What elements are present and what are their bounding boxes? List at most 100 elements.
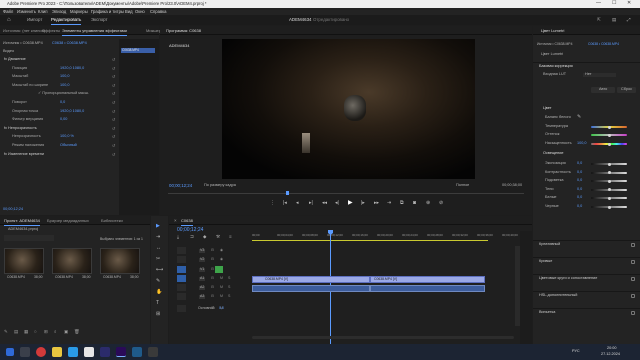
track-label[interactable]: V3 [199,248,206,253]
eyedropper-icon[interactable]: ✎ [577,115,581,120]
effect-row-label[interactable]: fx Движение [4,57,26,62]
effect-row-label[interactable]: Масштаб по ширине [12,83,48,88]
effect-row-label[interactable]: fx Непрозрачность [4,126,37,131]
app-icon[interactable] [148,347,158,357]
project-item-thumbnail[interactable] [52,248,92,274]
track-label[interactable]: A2 [199,285,206,290]
section-toggle-checkbox[interactable] [631,259,635,264]
slider-knob[interactable] [608,188,611,192]
maximize-icon[interactable]: ☐ [612,1,616,6]
light-slider[interactable] [591,179,627,183]
tool-icon-7[interactable]: T [156,301,159,306]
tool-icon-0[interactable]: ▶ [156,224,160,229]
project-toolbar-icon[interactable]: ▤ [14,329,18,335]
track-solo-icon[interactable]: S [228,276,230,281]
transport-button-10[interactable]: ⧉ [400,201,404,206]
reset-parameter-icon[interactable]: ↺ [112,66,115,71]
section-toggle-checkbox[interactable] [631,276,635,281]
project-item-thumbnail[interactable] [100,248,140,274]
quality-dropdown[interactable]: Полное [456,183,469,188]
quick-export-icon[interactable]: ⇱ [597,17,601,22]
tab-libraries[interactable]: Библиотеки [101,219,123,223]
reset-parameter-icon[interactable]: ↺ [112,109,115,114]
section-toggle-checkbox[interactable] [631,310,635,315]
tab-source[interactable]: Источник: (нет клипов) [3,29,45,33]
tab-effect-controls[interactable]: Элементы управления эффектами [62,29,127,36]
track-eye-icon[interactable]: ◉ [220,257,223,262]
effect-row-label[interactable]: Фильтр мерцания [12,117,43,122]
reset-parameter-icon[interactable]: ↺ [112,83,115,88]
tool-icon-4[interactable]: ⟷ [156,268,163,273]
tab-project[interactable]: Проект: ADEM4634 [4,219,40,226]
slider-knob[interactable] [608,179,611,183]
light-value[interactable]: 0,0 [577,204,582,209]
light-value[interactable]: 0,0 [577,170,582,175]
track-eye-icon[interactable]: ◉ [220,248,223,253]
home-icon[interactable]: ⌂ [7,17,11,23]
track-mute-icon[interactable]: M [220,294,223,299]
yandex-browser-icon[interactable] [36,347,46,357]
reset-parameter-icon[interactable]: ↺ [112,152,115,157]
effect-row-value[interactable]: 1920,0 1080,0 [60,66,84,71]
menu-view[interactable]: Вид [125,9,133,14]
menu-file[interactable]: Файл [3,9,13,14]
app-icon[interactable] [100,347,110,357]
color-subsection[interactable]: Цвет [543,106,552,111]
reset-parameter-icon[interactable]: ↺ [112,135,115,139]
saturation-slider[interactable] [591,142,627,146]
reset-parameter-icon[interactable]: ↺ [112,101,115,105]
project-toolbar-icon[interactable]: ○ [34,329,37,335]
transport-button-8[interactable]: ▸▸ [374,201,379,206]
transport-button-1[interactable]: |◂ [283,201,287,206]
effect-row-label[interactable]: fx Изменение времени [4,152,44,157]
project-toolbar-icon[interactable]: ▦ [24,329,28,335]
track-label[interactable]: A1 [199,276,206,281]
start-icon[interactable] [6,348,14,356]
transport-button-5[interactable]: ◂| [335,201,339,206]
section-toggle-checkbox[interactable] [631,242,635,247]
tool-icon-1[interactable]: ⇥ [156,235,160,240]
effect-row-value[interactable]: 0,00 [60,117,67,122]
lumetri-section[interactable]: Цветовые круги и сопоставление [533,274,640,281]
transport-button-0[interactable]: ⋮ [270,201,275,206]
effect-row-label[interactable]: Масштаб [12,74,28,79]
light-value[interactable]: 0,0 [577,178,582,183]
source-clip-label[interactable]: Источник • C0638.MP4 [3,41,43,46]
track-label[interactable]: V2 [199,257,206,262]
menu-sequence[interactable]: Эпизод [52,9,66,14]
master-volume[interactable]: 0,0 [219,306,224,311]
transport-button-7[interactable]: |▸ [361,201,365,206]
light-slider[interactable] [591,162,627,166]
workspace-import[interactable]: Импорт [27,17,42,22]
transport-button-12[interactable]: ⊕ [426,201,430,206]
track-mute-icon[interactable]: M [220,285,223,290]
tab-media-browser[interactable]: Браузер медиаданных [47,219,89,223]
transport-button-3[interactable]: ▸| [309,201,313,206]
light-slider[interactable] [591,196,627,200]
video-clip-1[interactable]: C0638.MP4 [V] [252,276,370,283]
track-lock-icon[interactable]: ⊟ [211,306,214,311]
effect-row-label[interactable]: Поворот [12,100,27,105]
timeline-sequence-tab[interactable]: C0638 [181,219,193,226]
transport-button-6[interactable]: ▶ [348,200,353,206]
program-monitor-label[interactable]: Программа: C0638 [166,29,201,33]
fullscreen-icon[interactable]: ⤢ [627,17,631,22]
tool-icon-2[interactable]: ↔ [156,246,161,251]
menu-markers[interactable]: Маркеры [70,9,88,14]
temperature-slider[interactable] [591,125,627,129]
lumetri-sequence[interactable]: C0638 • C0638.MP4 [588,42,619,46]
project-item-name[interactable]: C0638.MP4 [55,275,73,279]
close-icon[interactable]: ✕ [627,1,631,6]
source-patch[interactable] [177,293,186,300]
transport-button-2[interactable]: ◂ [296,201,299,206]
saturation-value[interactable]: 100,0 [577,141,587,146]
input-lut-dropdown[interactable]: Нет [583,72,617,77]
keyboard-language[interactable]: РУС [572,349,580,354]
program-scrubber[interactable] [168,193,524,194]
transport-button-9[interactable]: ⇥ [387,201,391,206]
track-lock-icon[interactable]: ⊟ [211,294,214,299]
lumetri-section[interactable]: Креативный [533,240,640,247]
menu-clip[interactable]: Клип [38,9,48,14]
project-toolbar-icon[interactable]: ⊞ [44,329,48,335]
project-search-input[interactable] [4,235,54,241]
